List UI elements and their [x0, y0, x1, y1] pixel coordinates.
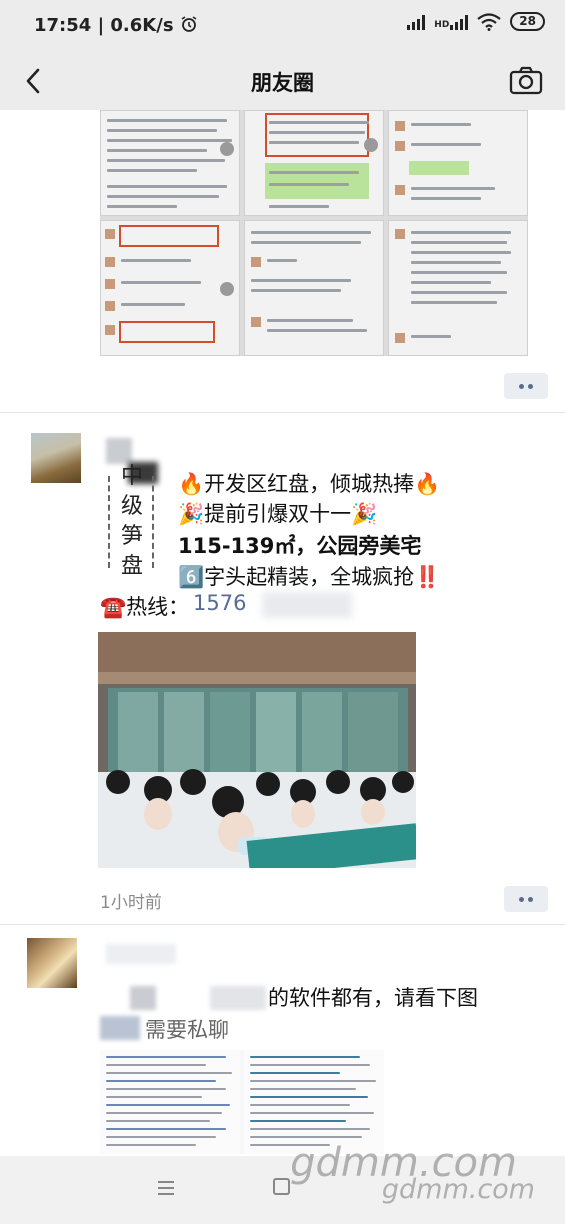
hotline-label: ☎️热线：	[100, 595, 190, 619]
username-blurred[interactable]	[106, 944, 176, 964]
camera-icon[interactable]	[509, 65, 543, 95]
document-screenshot[interactable]	[244, 1050, 384, 1154]
text-blurred	[130, 986, 156, 1010]
post-text-line: 的软件都有，请看下图	[268, 986, 478, 1010]
post-timestamp: 1小时前	[100, 893, 162, 913]
post-text-line: 🔥开发区红盘，倾城热捧🔥	[178, 472, 441, 496]
status-time: 17:54 | 0.6K/s	[34, 15, 198, 36]
post-image-grid[interactable]	[100, 1050, 384, 1154]
chat-screenshot[interactable]	[244, 110, 384, 216]
post-photo[interactable]	[98, 632, 416, 868]
chat-screenshot[interactable]	[388, 220, 528, 356]
more-actions-button[interactable]	[504, 886, 548, 912]
chat-screenshot[interactable]	[388, 110, 528, 216]
post-text-line: 6️⃣字头起精装，全城疯抢‼️	[178, 565, 441, 589]
chat-screenshot[interactable]	[244, 220, 384, 356]
crowd-photo-illustration	[98, 632, 416, 868]
alarm-icon	[181, 16, 197, 32]
vertical-tag: 中 级 笋 盘	[108, 462, 156, 582]
chat-screenshot[interactable]	[100, 110, 240, 216]
signal-hd-icon: HD	[434, 14, 469, 30]
back-arrow-icon[interactable]	[18, 64, 52, 98]
status-bar: 17:54 | 0.6K/s HD 28	[0, 0, 565, 52]
wifi-icon	[477, 12, 501, 31]
signal-icon	[407, 14, 426, 30]
divider	[0, 924, 565, 925]
post-text-line: 🎉提前引爆双十一🎉	[178, 502, 378, 526]
more-actions-button[interactable]	[504, 373, 548, 399]
battery-icon: 28	[510, 12, 545, 31]
watermark: gdmm.com	[381, 1174, 535, 1205]
menu-icon[interactable]	[157, 1180, 175, 1196]
text-blurred	[210, 986, 266, 1010]
avatar[interactable]	[27, 938, 77, 988]
text-blurred	[100, 1016, 140, 1040]
phone-blurred	[262, 592, 352, 618]
scroll-dot	[364, 138, 378, 152]
page-title: 朋友圈	[251, 71, 314, 95]
post-text-line: 需要私聊	[145, 1018, 229, 1042]
scroll-dot	[220, 142, 234, 156]
home-square-icon[interactable]	[273, 1178, 290, 1195]
scroll-dot	[220, 282, 234, 296]
status-icons: HD 28	[407, 12, 545, 31]
nav-bar: 朋友圈	[0, 52, 565, 110]
post-text-line: 115-139㎡，公园旁美宅	[178, 534, 422, 558]
hotline-number[interactable]: 1576	[193, 591, 246, 615]
divider	[0, 412, 565, 413]
document-screenshot[interactable]	[100, 1050, 240, 1154]
username-blurred[interactable]	[106, 438, 132, 464]
post-image-grid[interactable]	[100, 110, 528, 356]
avatar[interactable]	[31, 433, 81, 483]
chat-screenshot[interactable]	[100, 220, 240, 356]
